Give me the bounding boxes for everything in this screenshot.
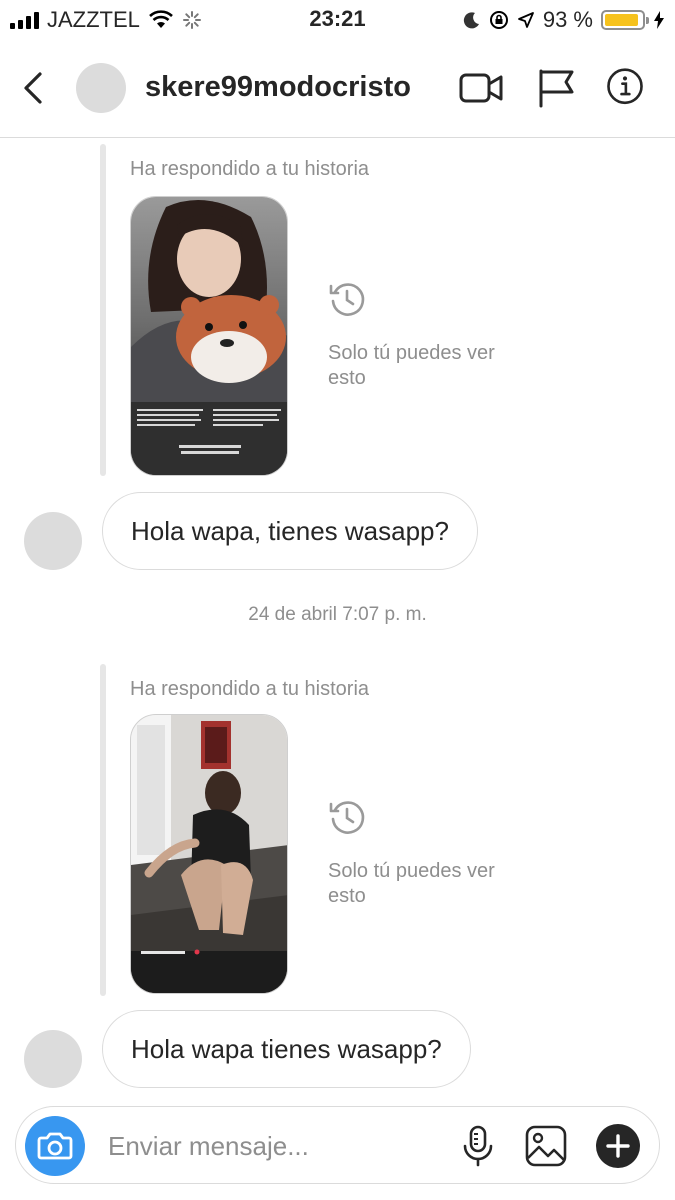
image-icon[interactable] — [524, 1124, 568, 1168]
story-reply-label: Ha respondido a tu historia — [130, 158, 370, 180]
history-clock-icon — [329, 801, 365, 834]
camera-button[interactable] — [25, 1116, 85, 1176]
contact-username[interactable]: skere99modocristo — [145, 71, 411, 104]
message-composer — [15, 1106, 660, 1185]
message-input[interactable] — [108, 1107, 428, 1185]
camera-icon — [37, 1132, 73, 1160]
story-thumbnail[interactable] — [130, 196, 288, 476]
sender-avatar[interactable] — [24, 512, 82, 570]
conversation-header: skere99modocristo — [0, 38, 675, 138]
microphone-icon[interactable] — [456, 1124, 500, 1168]
story-reply-label: Ha respondido a tu historia — [130, 678, 370, 700]
story-thumbnail[interactable] — [130, 714, 288, 994]
status-bar: JAZZTEL 23:21 93 % — [0, 0, 675, 38]
private-notice: Solo tú puedes ver esto — [328, 280, 528, 391]
story-reply-block: Ha respondido a tu historia Solo tú pued… — [100, 144, 660, 479]
plus-icon — [606, 1134, 630, 1158]
message-timestamp: 24 de abril 7:07 p. m. — [248, 604, 427, 625]
reply-indicator-bar — [100, 144, 106, 476]
moon-icon — [463, 12, 479, 29]
battery-icon — [601, 10, 649, 30]
status-right: 93 % — [463, 7, 665, 33]
back-button[interactable] — [18, 68, 48, 108]
charging-bolt-icon — [654, 11, 664, 29]
reply-indicator-bar — [100, 664, 106, 996]
battery-percent: 93 % — [542, 7, 593, 32]
message-bubble[interactable]: Hola wapa tienes wasapp? — [102, 1010, 471, 1088]
video-camera-icon[interactable] — [458, 68, 504, 108]
more-options-button[interactable] — [596, 1124, 640, 1168]
info-icon[interactable] — [602, 68, 648, 108]
history-clock-icon — [329, 283, 365, 316]
rotation-lock-icon — [489, 11, 508, 29]
contact-avatar[interactable] — [76, 63, 126, 113]
location-arrow-icon — [517, 12, 534, 28]
private-notice-text: Solo tú puedes ver esto — [328, 342, 495, 389]
sender-avatar[interactable] — [24, 1030, 82, 1088]
flag-icon[interactable] — [534, 68, 580, 108]
private-notice-text: Solo tú puedes ver esto — [328, 860, 495, 907]
private-notice: Solo tú puedes ver esto — [328, 798, 528, 909]
story-reply-block: Ha respondido a tu historia Solo tú pued… — [100, 664, 660, 999]
message-bubble[interactable]: Hola wapa, tienes wasapp? — [102, 492, 478, 570]
